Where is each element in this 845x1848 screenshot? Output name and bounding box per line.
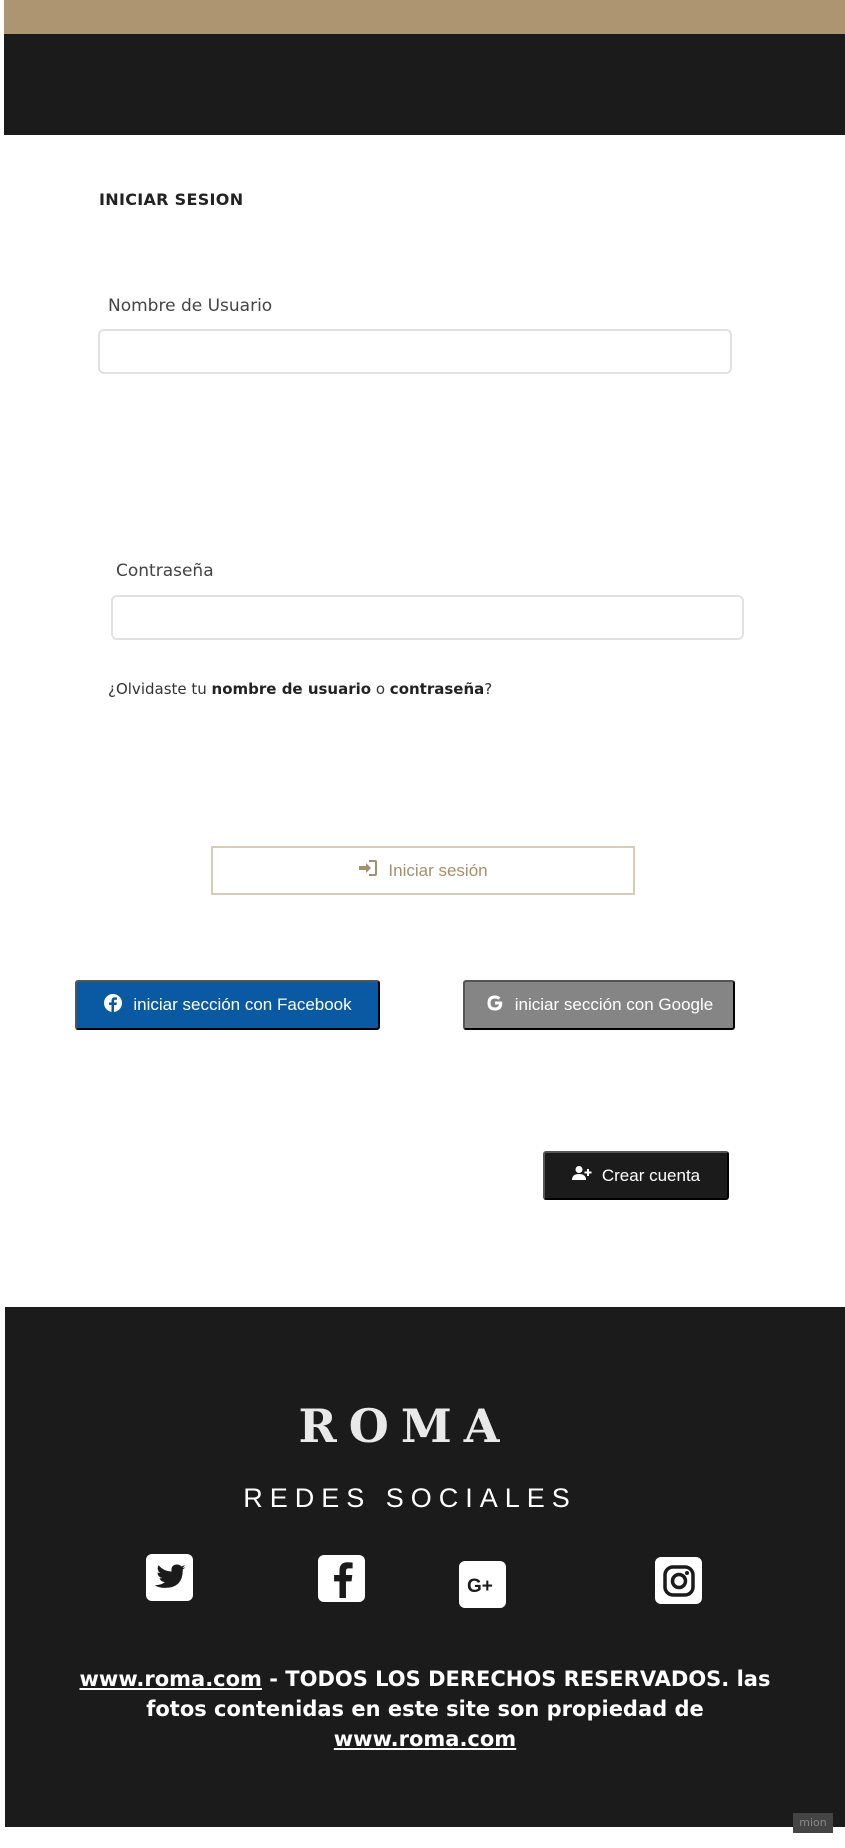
header-gold-bar: [4, 0, 845, 34]
google-login-button[interactable]: iniciar sección con Google: [463, 980, 735, 1030]
footer-brand: ROMA: [298, 1399, 512, 1453]
user-plus-icon: [571, 1165, 592, 1186]
create-account-button[interactable]: Crear cuenta: [543, 1151, 729, 1200]
forgot-username-link[interactable]: nombre de usuario: [212, 680, 372, 698]
svg-text:G+: G+: [467, 1576, 493, 1597]
facebook-login-button[interactable]: iniciar sección con Facebook: [75, 980, 380, 1030]
username-input[interactable]: [98, 329, 732, 374]
copyright-link-2[interactable]: www.roma.com: [334, 1727, 516, 1751]
create-account-label: Crear cuenta: [601, 1165, 701, 1185]
forgot-password-link[interactable]: contraseña: [390, 680, 484, 698]
forgot-prefix: ¿Olvidaste tu: [108, 680, 212, 698]
copyright-link[interactable]: www.roma.com: [80, 1667, 262, 1691]
page-title: INICIAR SESION: [99, 190, 244, 209]
page: INICIAR SESION Nombre de Usuario Contras…: [0, 0, 845, 1848]
sign-in-icon: [358, 859, 378, 882]
facebook-icon: [103, 993, 123, 1018]
twitter-icon[interactable]: [146, 1554, 193, 1601]
password-input[interactable]: [111, 595, 744, 640]
login-button-label: Iniciar sesión: [388, 860, 488, 880]
forgot-suffix: ?: [484, 680, 493, 698]
footer: ROMA REDES SOCIALES G+ www.roma.com - TO…: [5, 1307, 845, 1827]
google-login-label: iniciar sección con Google: [514, 995, 714, 1014]
password-label: Contraseña: [116, 561, 214, 581]
header-dark-bar: [4, 34, 845, 135]
google-icon: [485, 993, 505, 1018]
social-heading: REDES SOCIALES: [243, 1483, 577, 1513]
corner-badge: mion: [793, 1813, 833, 1833]
instagram-icon[interactable]: [655, 1557, 702, 1604]
copyright-text: www.roma.com - TODOS LOS DERECHOS RESERV…: [65, 1664, 785, 1754]
facebook-login-label: iniciar sección con Facebook: [133, 995, 352, 1014]
forgot-or: o: [371, 680, 390, 698]
forgot-credentials-text: ¿Olvidaste tu nombre de usuario o contra…: [108, 680, 492, 698]
login-button[interactable]: Iniciar sesión: [211, 846, 635, 895]
username-label: Nombre de Usuario: [108, 296, 273, 316]
google-plus-icon[interactable]: G+: [459, 1561, 506, 1608]
facebook-social-icon[interactable]: [318, 1555, 365, 1602]
